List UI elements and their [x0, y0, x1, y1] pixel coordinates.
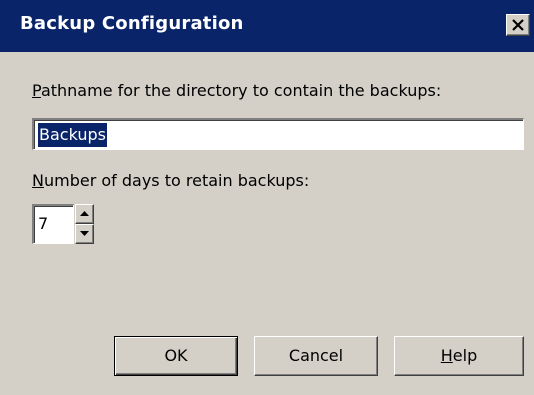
retain-days-label: Number of days to retain backups:: [32, 171, 309, 190]
close-icon: [512, 19, 524, 31]
arrow-up-icon: [80, 211, 89, 216]
backup-configuration-dialog: Backup Configuration Pathname for the di…: [0, 0, 534, 395]
help-button[interactable]: Help: [394, 336, 524, 376]
retain-days-input[interactable]: 7: [32, 204, 74, 244]
help-button-text: elp: [452, 346, 478, 365]
retain-days-value: 7: [38, 214, 49, 233]
close-button[interactable]: [506, 14, 530, 36]
window-title: Backup Configuration: [20, 13, 244, 34]
help-button-mnemonic: H: [440, 346, 453, 365]
title-bar[interactable]: Backup Configuration: [0, 0, 534, 52]
retain-days-decrement-button[interactable]: [75, 224, 94, 244]
pathname-label-mnemonic: P: [32, 81, 41, 100]
pathname-input[interactable]: Backups: [32, 118, 524, 150]
retain-days-label-mnemonic: N: [32, 171, 44, 190]
pathname-label: Pathname for the directory to contain th…: [32, 81, 441, 100]
pathname-label-text: athname for the directory to contain the…: [40, 81, 442, 100]
retain-days-increment-button[interactable]: [75, 204, 94, 224]
pathname-input-value: Backups: [38, 123, 107, 147]
ok-button[interactable]: OK: [114, 336, 238, 376]
arrow-down-icon: [80, 231, 89, 236]
cancel-button[interactable]: Cancel: [254, 336, 378, 376]
retain-days-label-text: umber of days to retain backups:: [43, 171, 310, 190]
